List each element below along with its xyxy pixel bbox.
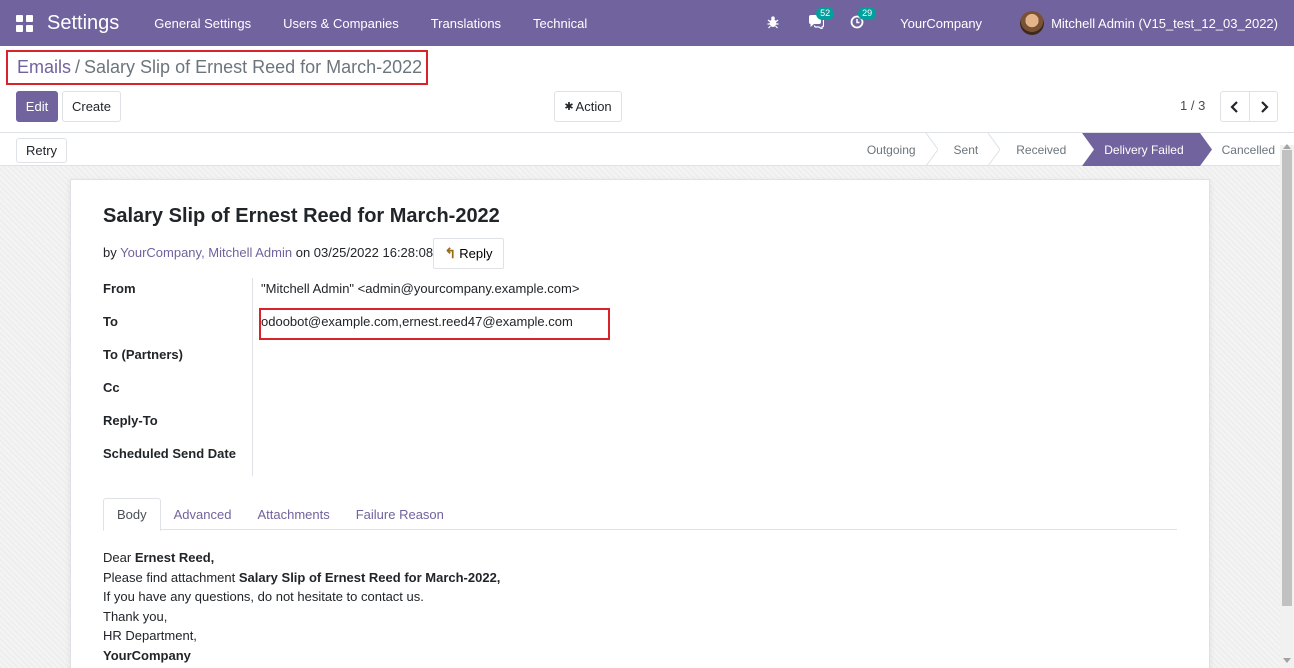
menu-translations[interactable]: Translations bbox=[415, 16, 517, 31]
status-received-label: Received bbox=[1016, 142, 1067, 157]
messages-icon[interactable]: 52 bbox=[808, 7, 835, 31]
tab-body[interactable]: Body bbox=[103, 498, 161, 531]
status-received[interactable]: Received bbox=[994, 133, 1082, 166]
mail-subject: Salary Slip of Ernest Reed for March-202… bbox=[103, 205, 500, 227]
pager-value[interactable]: 1 / 3 bbox=[1180, 98, 1205, 113]
by-prefix: by bbox=[103, 245, 117, 260]
reply-to-label: Reply-To bbox=[103, 413, 158, 428]
reply-label: Reply bbox=[459, 246, 493, 261]
body-company-name: YourCompany bbox=[103, 647, 191, 663]
scroll-down-arrow-icon[interactable] bbox=[1283, 658, 1291, 663]
user-avatar[interactable] bbox=[1020, 11, 1045, 35]
messages-count-badge: 52 bbox=[816, 7, 835, 20]
create-button[interactable]: Create bbox=[62, 91, 121, 122]
body-attachment-prefix: Please find attachment bbox=[103, 569, 236, 585]
cc-label: Cc bbox=[103, 380, 120, 395]
status-outgoing[interactable]: Outgoing bbox=[845, 133, 938, 166]
fields-divider bbox=[252, 278, 253, 476]
body-company-line: YourCompany bbox=[103, 646, 500, 666]
apps-menu-icon[interactable] bbox=[16, 14, 33, 32]
debug-bug-icon[interactable] bbox=[766, 15, 782, 31]
activities-count-badge: 29 bbox=[858, 7, 877, 20]
tab-failure-reason[interactable]: Failure Reason bbox=[343, 498, 457, 530]
scrollbar-thumb[interactable] bbox=[1282, 150, 1292, 606]
chevron-right-icon bbox=[1260, 100, 1269, 113]
mail-author-link[interactable]: YourCompany, Mitchell Admin bbox=[120, 245, 292, 260]
scroll-up-arrow-icon[interactable] bbox=[1283, 144, 1291, 149]
body-dear: Dear bbox=[103, 550, 132, 565]
company-switcher[interactable]: YourCompany bbox=[900, 16, 982, 31]
reply-button[interactable]: ↰ Reply bbox=[433, 238, 504, 269]
form-statusbar: Retry Outgoing Sent Received Delivery Fa… bbox=[0, 132, 1294, 166]
status-delivery-failed-label: Delivery Failed bbox=[1104, 142, 1184, 157]
from-value: "Mitchell Admin" <admin@yourcompany.exam… bbox=[261, 281, 580, 296]
reply-arrow-icon: ↰ bbox=[444, 245, 457, 261]
breadcrumb-current: Salary Slip of Ernest Reed for March-202… bbox=[84, 57, 423, 77]
breadcrumb-emails-link[interactable]: Emails bbox=[17, 57, 71, 78]
retry-button[interactable]: Retry bbox=[16, 138, 67, 163]
body-department-line: HR Department, bbox=[103, 628, 197, 643]
top-navbar: Settings General Settings Users & Compan… bbox=[0, 0, 1294, 46]
body-attachment-name: Salary Slip of Ernest Reed for March-202… bbox=[238, 569, 501, 585]
app-title[interactable]: Settings bbox=[47, 12, 119, 35]
action-label: Action bbox=[575, 99, 612, 114]
user-menu[interactable]: Mitchell Admin (V15_test_12_03_2022) bbox=[1051, 16, 1278, 31]
pager-next-button[interactable] bbox=[1249, 91, 1278, 122]
body-recipient-name: Ernest Reed, bbox=[134, 550, 215, 565]
vertical-scrollbar[interactable] bbox=[1280, 144, 1294, 668]
edit-button[interactable]: Edit bbox=[16, 91, 58, 122]
scheduled-send-date-label: Scheduled Send Date bbox=[103, 446, 236, 461]
activities-clock-icon[interactable]: 29 bbox=[850, 7, 877, 31]
menu-users-companies[interactable]: Users & Companies bbox=[267, 16, 415, 31]
body-attachment-line: Please find attachment Salary Slip of Er… bbox=[103, 568, 500, 588]
mail-date: on 03/25/2022 16:28:08 bbox=[295, 245, 434, 260]
body-thanks-line: Thank you, bbox=[103, 608, 168, 624]
to-value: odoobot@example.com,ernest.reed47@exampl… bbox=[261, 314, 573, 329]
status-cancelled-label: Cancelled bbox=[1221, 142, 1275, 157]
form-sheet: Salary Slip of Ernest Reed for March-202… bbox=[70, 179, 1210, 668]
tab-attachments[interactable]: Attachments bbox=[244, 498, 342, 530]
to-partners-label: To (Partners) bbox=[103, 347, 183, 362]
tab-advanced[interactable]: Advanced bbox=[161, 498, 245, 530]
action-button[interactable]: ✱ Action bbox=[554, 91, 622, 122]
status-sent[interactable]: Sent bbox=[932, 133, 1001, 166]
mail-body: Dear Ernest Reed, Please find attachment… bbox=[103, 548, 500, 665]
from-label: From bbox=[103, 281, 136, 296]
notebook-tabs: Body Advanced Attachments Failure Reason bbox=[103, 498, 1177, 531]
menu-general-settings[interactable]: General Settings bbox=[138, 16, 267, 31]
body-questions-line: If you have any questions, do not hesita… bbox=[103, 589, 424, 604]
pager-previous-button[interactable] bbox=[1220, 91, 1250, 122]
breadcrumb: Emails / Salary Slip of Ernest Reed for … bbox=[6, 50, 428, 85]
status-outgoing-label: Outgoing bbox=[866, 142, 916, 157]
to-label: To bbox=[103, 314, 118, 329]
status-sent-label: Sent bbox=[953, 142, 979, 157]
gear-icon: ✱ bbox=[564, 101, 574, 113]
breadcrumb-separator: / bbox=[75, 57, 81, 77]
mail-author-line: by YourCompany, Mitchell Admin on 03/25/… bbox=[103, 245, 433, 260]
status-steps: Outgoing Sent Received Delivery Failed C… bbox=[845, 133, 1277, 166]
chevron-left-icon bbox=[1230, 100, 1238, 113]
menu-technical[interactable]: Technical bbox=[517, 16, 603, 31]
status-delivery-failed[interactable]: Delivery Failed bbox=[1082, 133, 1212, 166]
body-greeting: Dear Ernest Reed, bbox=[103, 548, 500, 568]
